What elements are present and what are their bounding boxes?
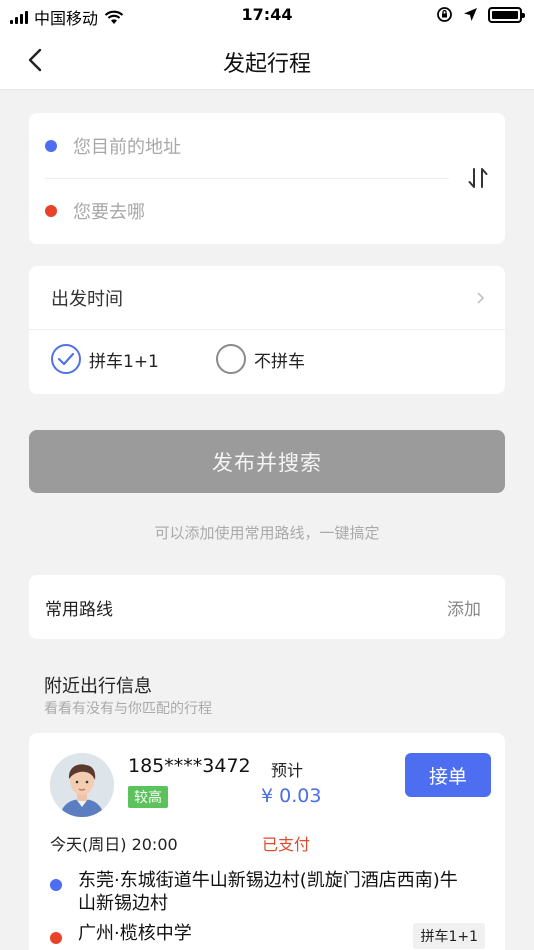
trip-origin: 东莞·东城街道牛山新锡边村(凯旋门酒店西南)牛山新锡边村 [50, 869, 458, 915]
departure-card: 出发时间 拼车1+1 不拼车 [29, 266, 505, 394]
trip-time: 今天(周日) 20:00 [50, 835, 178, 854]
option-no-carpool[interactable]: 不拼车 [216, 344, 305, 374]
page-title: 发起行程 [222, 52, 311, 77]
publish-search-button[interactable]: 发布并搜索 [29, 430, 505, 493]
estimate-label: 预计 [271, 761, 304, 780]
no-carpool-label: 不拼车 [254, 351, 305, 372]
common-routes-title: 常用路线 [45, 599, 113, 620]
credit-level-badge: 较高 [128, 786, 168, 808]
trip-destination: 广州·榄核中学 [50, 922, 458, 945]
origin-dot-icon [50, 879, 62, 891]
nearby-subtitle: 看看有没有与你匹配的行程 [44, 701, 212, 717]
rotation-lock-icon [437, 7, 452, 22]
carpool-label: 拼车1+1 [89, 351, 159, 372]
estimated-price: ¥ 0.03 [261, 785, 322, 807]
destination-dot-icon [45, 205, 57, 217]
destination-row[interactable]: 您要去哪 [29, 179, 449, 243]
check-icon [57, 352, 75, 366]
nav-bar: 发起行程 [0, 30, 534, 90]
add-route-button[interactable]: 添加 [447, 595, 481, 620]
nearby-title: 附近出行信息 [44, 676, 152, 697]
origin-dot-icon [45, 140, 57, 152]
trip-destination-text: 广州·榄核中学 [78, 923, 192, 944]
driver-phone: 185****3472 [128, 755, 251, 777]
location-arrow-icon [464, 8, 477, 21]
chevron-right-icon [477, 291, 485, 304]
origin-input[interactable]: 您目前的地址 [73, 133, 181, 159]
departure-time-row[interactable]: 出发时间 [29, 266, 505, 330]
departure-time-label: 出发时间 [51, 288, 123, 310]
accept-order-button[interactable]: 接单 [405, 753, 491, 797]
routes-hint: 可以添加使用常用路线，一键搞定 [154, 524, 380, 542]
origin-row[interactable]: 您目前的地址 [29, 114, 449, 178]
avatar[interactable] [50, 753, 114, 817]
common-routes-card: 常用路线 添加 [29, 575, 505, 639]
swap-icon[interactable] [465, 165, 491, 191]
trip-card[interactable]: 185****3472 较高 预计 ¥ 0.03 接单 今天(周日) 20:00… [29, 733, 505, 950]
carpool-radio[interactable] [51, 344, 81, 374]
destination-dot-icon [50, 932, 62, 944]
option-carpool[interactable]: 拼车1+1 [51, 344, 159, 374]
address-card: 您目前的地址 您要去哪 [29, 113, 505, 244]
battery-icon [488, 6, 525, 23]
carpool-tag: 拼车1+1 [413, 923, 485, 949]
no-carpool-radio[interactable] [216, 344, 246, 374]
trip-origin-text: 东莞·东城街道牛山新锡边村(凯旋门酒店西南)牛山新锡边村 [78, 870, 458, 914]
status-bar: 中国移动 17:44 [0, 0, 534, 30]
payment-status: 已支付 [262, 835, 311, 854]
avatar-illustration [50, 753, 114, 817]
destination-input[interactable]: 您要去哪 [73, 198, 145, 224]
status-right [436, 6, 525, 23]
